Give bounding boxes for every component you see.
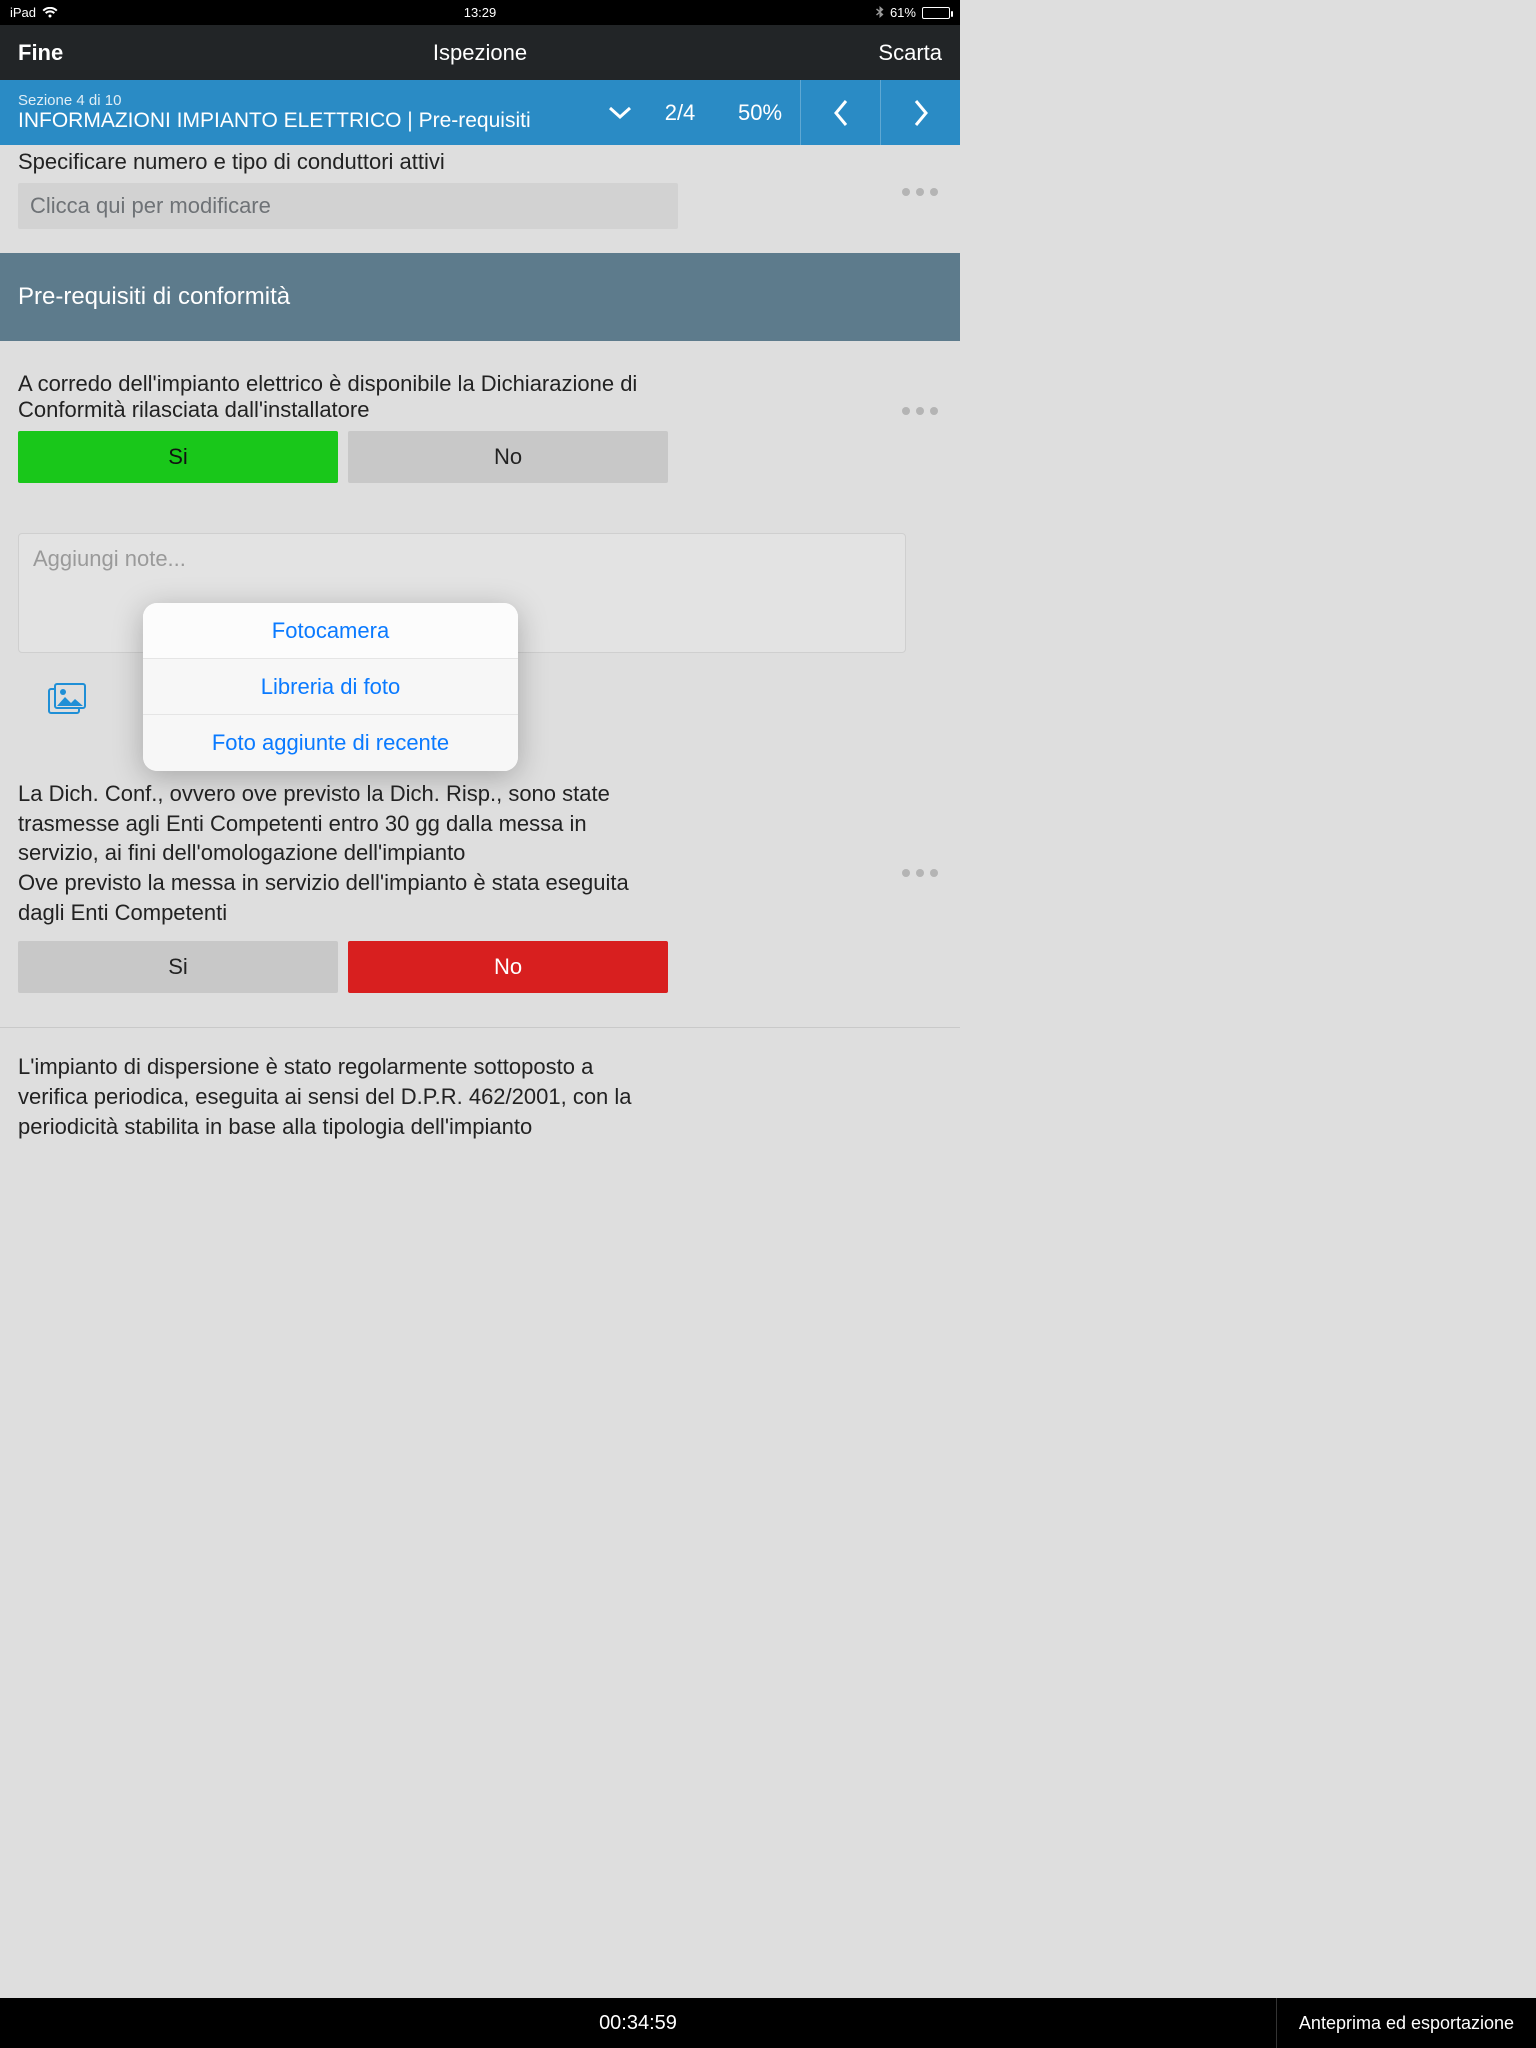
section-title: INFORMAZIONI IMPIANTO ELETTRICO | Pre-re… — [18, 109, 600, 133]
device-label: iPad — [10, 5, 36, 20]
battery-icon — [922, 7, 950, 19]
section-bar: Sezione 4 di 10 INFORMAZIONI IMPIANTO EL… — [0, 80, 960, 145]
photo-source-popover: Fotocamera Libreria di foto Foto aggiunt… — [143, 603, 518, 771]
progress-percent: 50% — [720, 100, 800, 126]
wifi-icon — [42, 7, 58, 19]
discard-button[interactable]: Scarta — [634, 40, 942, 66]
question-label: L'impianto di dispersione è stato regola… — [18, 1052, 658, 1141]
timer: 00:34:59 — [0, 2012, 1276, 2035]
text-input[interactable]: Clicca qui per modificare — [18, 183, 678, 229]
question-dichiarazione: A corredo dell'impianto elettrico è disp… — [0, 341, 960, 773]
preview-export-button[interactable]: Anteprima ed esportazione — [1276, 1998, 1536, 2048]
progress-count: 2/4 — [640, 100, 720, 126]
question-label: Specificare numero e tipo di conduttori … — [18, 149, 678, 175]
next-section-button[interactable] — [880, 80, 960, 145]
yes-button[interactable]: Si — [18, 431, 338, 483]
question-dispersione: L'impianto di dispersione è stato regola… — [0, 1028, 960, 1179]
battery-percent: 61% — [890, 5, 916, 20]
popover-camera[interactable]: Fotocamera — [143, 603, 518, 659]
done-button[interactable]: Fine — [18, 40, 326, 66]
bluetooth-icon — [876, 6, 884, 20]
clock: 13:29 — [323, 5, 636, 20]
bottom-bar: 00:34:59 Anteprima ed esportazione — [0, 1998, 1536, 2048]
question-label: La Dich. Conf., ovvero ove previsto la D… — [18, 779, 658, 927]
status-bar: iPad 13:29 61% — [0, 0, 960, 25]
chevron-down-icon[interactable] — [600, 106, 640, 120]
popover-library[interactable]: Libreria di foto — [143, 659, 518, 715]
more-options-button[interactable] — [902, 869, 938, 877]
section-counter: Sezione 4 di 10 — [18, 92, 600, 109]
more-options-button[interactable] — [902, 407, 938, 415]
prev-section-button[interactable] — [800, 80, 880, 145]
popover-recent[interactable]: Foto aggiunte di recente — [143, 715, 518, 771]
more-options-button[interactable] — [902, 188, 938, 196]
question-trasmissione: La Dich. Conf., ovvero ove previsto la D… — [0, 773, 960, 1017]
section-selector[interactable]: Sezione 4 di 10 INFORMAZIONI IMPIANTO EL… — [0, 92, 600, 133]
nav-bar: Fine Ispezione Scarta — [0, 25, 960, 80]
subsection-header: Pre-requisiti di conformità — [0, 253, 960, 341]
question-label: A corredo dell'impianto elettrico è disp… — [18, 371, 678, 423]
question-conductors: Specificare numero e tipo di conduttori … — [0, 145, 960, 239]
no-button[interactable]: No — [348, 941, 668, 993]
yes-button[interactable]: Si — [18, 941, 338, 993]
no-button[interactable]: No — [348, 431, 668, 483]
page-title: Ispezione — [326, 40, 634, 66]
